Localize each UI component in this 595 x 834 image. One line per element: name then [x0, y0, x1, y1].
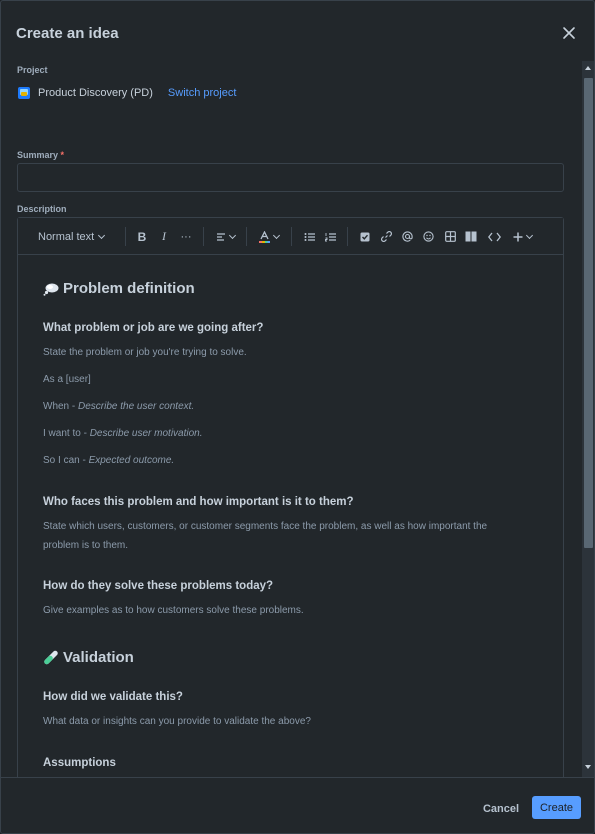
dialog-title: Create an idea [16, 25, 119, 42]
question-heading: How do they solve these problems today? [43, 580, 274, 592]
emoji-button[interactable] [421, 228, 435, 245]
bold-button[interactable]: B [135, 228, 149, 245]
table-button[interactable] [443, 228, 457, 245]
bullet-list-button[interactable] [302, 228, 316, 245]
paragraph-prefix: I want to - [43, 428, 90, 439]
summary-label: Summary * [17, 150, 64, 160]
dialog-body: Project Product Discovery (PD) Switch pr… [1, 61, 594, 777]
numbered-list-button[interactable] [323, 228, 337, 245]
editor-toolbar: Normal text B I ··· [18, 218, 563, 255]
paragraph: State the problem or job you're trying t… [43, 347, 247, 358]
insert-plus-icon [513, 232, 522, 241]
description-editor: Normal text B I ··· Problem definition W… [17, 217, 564, 777]
emoji-icon [422, 231, 434, 242]
mention-icon [401, 231, 413, 242]
switch-project-link[interactable]: Switch project [168, 87, 236, 99]
paragraph-prefix: So I can - [43, 455, 89, 466]
heading-text: Problem definition [63, 280, 195, 297]
project-avatar-icon [18, 87, 30, 99]
cancel-button[interactable]: Cancel [478, 798, 524, 820]
chevron-down-icon [228, 231, 236, 239]
chevron-down-icon [97, 231, 106, 239]
scrollbar[interactable] [582, 61, 594, 777]
paragraph-italic: Describe user motivation. [89, 428, 203, 439]
mention-button[interactable] [400, 228, 414, 245]
summary-label-text: Summary [17, 150, 59, 160]
text-style-dropdown[interactable]: Normal text [38, 228, 108, 245]
toolbar-divider [246, 227, 247, 246]
question-heading: What problem or job are we going after? [43, 322, 264, 334]
close-button[interactable] [559, 23, 579, 43]
text-style-label: Normal text [38, 230, 95, 243]
required-marker: * [60, 150, 65, 160]
question-heading: How did we validate this? [43, 691, 183, 703]
toolbar-divider [125, 227, 126, 246]
align-icon [216, 232, 225, 241]
bold-icon: B [137, 229, 147, 244]
paragraph: I want to - Describe user motivation. [43, 424, 513, 443]
project-row: Product Discovery (PD) Switch project [18, 86, 236, 100]
create-button[interactable]: Create [532, 796, 581, 819]
table-icon [444, 231, 456, 242]
thought-balloon-icon [43, 283, 59, 296]
action-item-button[interactable] [358, 228, 372, 245]
scroll-down-arrow-icon[interactable] [585, 765, 591, 769]
code-button[interactable] [486, 228, 502, 245]
close-icon [563, 27, 575, 39]
create-idea-dialog: Create an idea Project Product Discovery… [0, 0, 595, 834]
chevron-down-icon [525, 231, 533, 239]
test-tube-icon [44, 650, 58, 665]
text-color-dropdown[interactable] [257, 228, 281, 245]
toolbar-divider [291, 227, 292, 246]
heading-text: Validation [63, 649, 134, 666]
numbered-list-icon [324, 232, 336, 241]
italic-icon: I [162, 229, 166, 243]
project-name: Product Discovery (PD) [38, 87, 153, 99]
paragraph: So I can - Expected outcome. [43, 451, 513, 470]
question-heading: Who faces this problem and how important… [43, 496, 354, 508]
scroll-up-arrow-icon[interactable] [585, 66, 591, 70]
layout-button[interactable] [464, 228, 478, 245]
chevron-down-icon [272, 231, 281, 239]
text-color-icon [259, 230, 270, 243]
layout-icon [465, 231, 477, 242]
paragraph: Give examples as to how customers solve … [43, 605, 304, 616]
alignment-dropdown[interactable] [213, 228, 237, 245]
heading-problem-definition: Problem definition [43, 280, 195, 297]
toolbar-divider [203, 227, 204, 246]
scrollbar-thumb[interactable] [584, 78, 593, 548]
link-icon [380, 231, 392, 242]
editor-content[interactable]: Problem definition What problem or job a… [18, 256, 563, 777]
more-formatting-icon: ··· [180, 230, 192, 243]
paragraph: What data or insights can you provide to… [43, 716, 311, 727]
question-heading: Assumptions [43, 757, 116, 769]
link-button[interactable] [379, 228, 393, 245]
code-icon [487, 232, 501, 241]
more-formatting-button[interactable]: ··· [178, 228, 194, 245]
paragraph: State which users, customers, or custome… [43, 521, 488, 551]
insert-dropdown[interactable] [510, 228, 534, 245]
toolbar-divider [347, 227, 348, 246]
dialog-header: Create an idea [1, 1, 594, 61]
italic-button[interactable]: I [157, 228, 171, 245]
description-label: Description [17, 204, 67, 214]
paragraph-italic: Describe the user context. [78, 401, 195, 412]
paragraph: As a [user] [43, 374, 91, 385]
paragraph: When - Describe the user context. [43, 397, 513, 416]
bullet-list-icon [304, 232, 315, 241]
action-item-icon [360, 232, 370, 241]
summary-input[interactable] [17, 163, 564, 192]
dialog-footer: Cancel Create [1, 777, 594, 833]
project-label: Project [17, 65, 48, 75]
heading-validation: Validation [43, 649, 134, 666]
paragraph-prefix: When - [43, 401, 79, 412]
paragraph-italic: Expected outcome. [88, 455, 175, 466]
